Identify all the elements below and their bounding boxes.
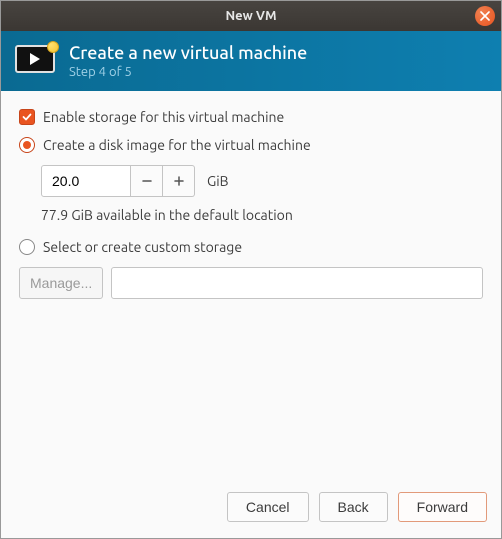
- increment-button[interactable]: [163, 165, 195, 197]
- decrement-button[interactable]: [131, 165, 163, 197]
- close-icon: [480, 11, 490, 21]
- disk-size-input[interactable]: [41, 165, 131, 197]
- custom-storage-controls: Manage...: [19, 267, 483, 299]
- banner-step: Step 4 of 5: [69, 65, 307, 79]
- enable-storage-checkbox[interactable]: [19, 109, 35, 125]
- storage-path-input[interactable]: [111, 267, 483, 299]
- custom-storage-radio[interactable]: [19, 239, 35, 255]
- custom-storage-label: Select or create custom storage: [43, 239, 242, 255]
- forward-button[interactable]: Forward: [398, 492, 487, 522]
- disk-size-spinbox: [41, 165, 195, 197]
- wizard-banner: Create a new virtual machine Step 4 of 5: [1, 31, 501, 91]
- create-disk-radio[interactable]: [19, 137, 35, 153]
- close-button[interactable]: [475, 6, 495, 26]
- window-title: New VM: [225, 9, 276, 23]
- enable-storage-label: Enable storage for this virtual machine: [43, 109, 284, 125]
- create-disk-row[interactable]: Create a disk image for the virtual mach…: [19, 137, 483, 153]
- banner-title: Create a new virtual machine: [69, 43, 307, 63]
- available-space-label: 77.9 GiB available in the default locati…: [41, 207, 483, 223]
- wizard-footer: Cancel Back Forward: [1, 482, 501, 538]
- enable-storage-row[interactable]: Enable storage for this virtual machine: [19, 109, 483, 125]
- vm-icon: [15, 43, 57, 79]
- create-disk-label: Create a disk image for the virtual mach…: [43, 137, 311, 153]
- plus-icon: [173, 175, 185, 187]
- custom-storage-row[interactable]: Select or create custom storage: [19, 239, 483, 255]
- wizard-content: Enable storage for this virtual machine …: [1, 91, 501, 482]
- titlebar: New VM: [1, 1, 501, 31]
- cancel-button[interactable]: Cancel: [227, 492, 309, 522]
- new-vm-window: New VM Create a new virtual machine Step…: [0, 0, 502, 539]
- manage-button[interactable]: Manage...: [19, 267, 103, 299]
- checkmark-icon: [22, 112, 32, 122]
- back-button[interactable]: Back: [319, 492, 388, 522]
- disk-size-row: GiB: [41, 165, 483, 197]
- minus-icon: [141, 175, 153, 187]
- disk-size-unit: GiB: [207, 173, 229, 189]
